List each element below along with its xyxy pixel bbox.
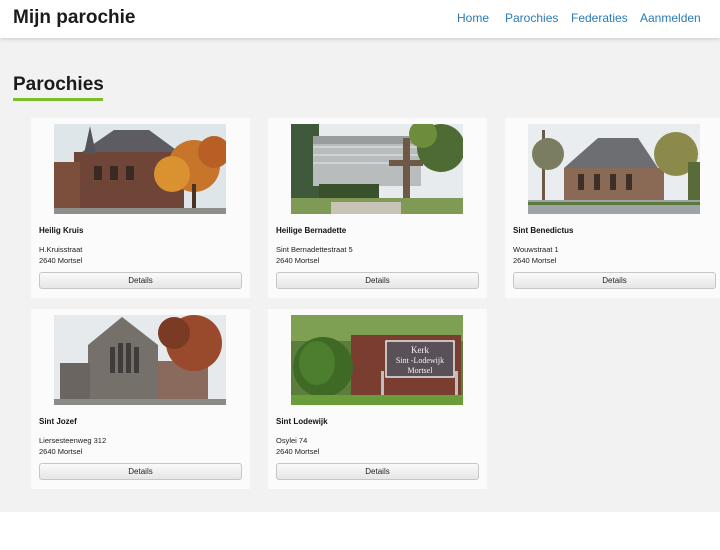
nav-parochies-link[interactable]: Parochies	[505, 11, 558, 25]
sign-line-1: Kerk	[411, 345, 429, 355]
parish-card-heilig-kruis: Heilig Kruis H.Kruisstraat 2640 Mortsel …	[31, 118, 250, 298]
parish-name: Sint Benedictus	[513, 226, 574, 235]
parish-street: Liersesteenweg 312	[39, 436, 107, 445]
parish-card-sint-jozef: Sint Jozef Liersesteenweg 312 2640 Morts…	[31, 309, 250, 489]
details-button[interactable]: Details	[513, 272, 716, 289]
site-brand[interactable]: Mijn parochie	[13, 7, 135, 29]
top-navbar: Mijn parochie Home Parochies Federaties …	[0, 0, 720, 38]
parish-card-sint-lodewijk: Kerk Sint -Lodewijk Mortsel Sint Lodewij…	[268, 309, 487, 489]
parish-street: H.Kruisstraat	[39, 245, 83, 254]
main-content: Parochies Heilig Kruis H.Kruisstraat 264…	[0, 38, 720, 512]
parish-photo	[291, 124, 463, 214]
nav-federaties-link[interactable]: Federaties	[571, 11, 628, 25]
nav-aanmelden-link[interactable]: Aanmelden	[640, 11, 701, 25]
parish-photo: Kerk Sint -Lodewijk Mortsel	[291, 315, 463, 405]
parish-name: Sint Jozef	[39, 417, 77, 426]
parish-name: Sint Lodewijk	[276, 417, 328, 426]
parish-city: 2640 Mortsel	[513, 256, 557, 265]
details-button[interactable]: Details	[276, 272, 479, 289]
nav-home-link[interactable]: Home	[457, 11, 489, 25]
sign-line-2: Sint -Lodewijk	[396, 356, 444, 365]
parish-city: 2640 Mortsel	[39, 447, 83, 456]
parish-city: 2640 Mortsel	[39, 256, 83, 265]
parish-name: Heilige Bernadette	[276, 226, 347, 235]
parish-street: Wouwstraat 1	[513, 245, 559, 254]
page-title: Parochies	[13, 74, 104, 95]
parish-photo	[54, 315, 226, 405]
details-button[interactable]: Details	[276, 463, 479, 480]
parish-photo	[528, 124, 700, 214]
parish-name: Heilig Kruis	[39, 226, 84, 235]
parish-city: 2640 Mortsel	[276, 256, 320, 265]
parish-city: 2640 Mortsel	[276, 447, 320, 456]
title-underline	[13, 98, 103, 101]
details-button[interactable]: Details	[39, 272, 242, 289]
parish-card-sint-benedictus: Sint Benedictus Wouwstraat 1 2640 Mortse…	[505, 118, 720, 298]
details-button[interactable]: Details	[39, 463, 242, 480]
parish-photo	[54, 124, 226, 214]
parish-card-heilige-bernadette: Heilige Bernadette Sint Bernadettestraat…	[268, 118, 487, 298]
sign-line-3: Mortsel	[408, 366, 434, 375]
parish-street: Osylei 74	[276, 436, 308, 445]
parish-street: Sint Bernadettestraat 5	[276, 245, 353, 254]
